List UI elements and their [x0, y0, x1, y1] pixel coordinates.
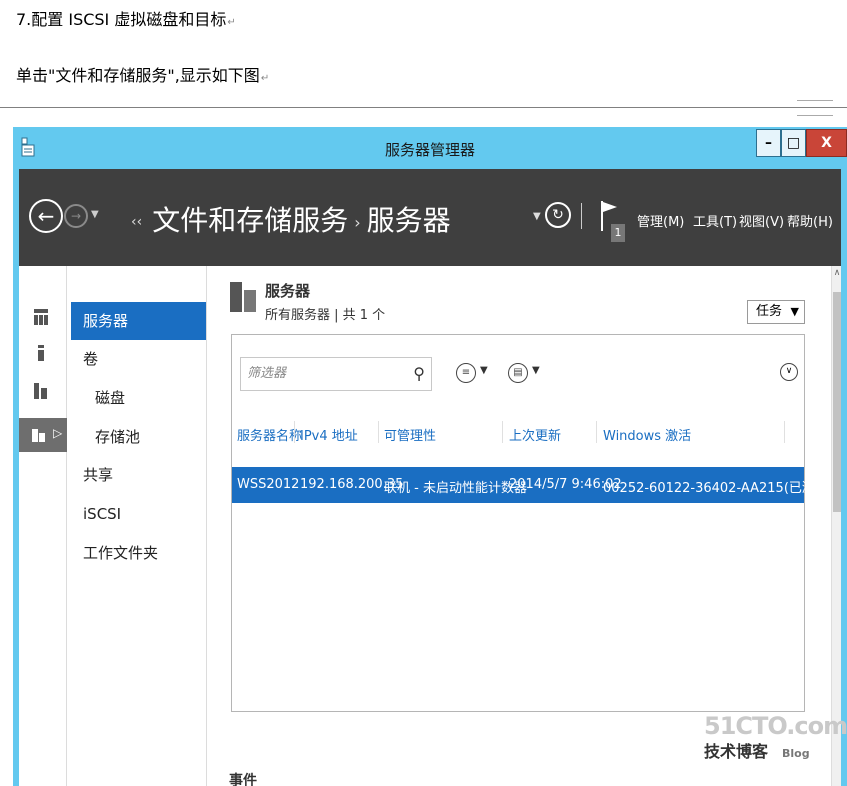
menu-view[interactable]: 视图(V) [739, 211, 784, 230]
chevron-down-icon: ▼ [790, 305, 799, 318]
column-separator [784, 421, 785, 443]
column-separator [378, 421, 379, 443]
nav-item-work-folders[interactable]: 工作文件夹 [71, 534, 206, 572]
filter-placeholder: 筛选器 [247, 366, 287, 381]
table-header: 服务器名称 IPv4 地址 可管理性 上次更新 Windows 激活 [232, 417, 804, 447]
events-section-title: 事件 [229, 773, 257, 786]
servers-panel: 筛选器 ⚲ ≡ ▼ ▤ ▼ ∨ 服务器名称 IPv4 地址 可管理性 上次更新 [231, 334, 833, 712]
tasks-dropdown[interactable]: 任务 ▼ [747, 300, 805, 324]
column-ipv4[interactable]: IPv4 地址 [300, 425, 358, 444]
nav-item-servers[interactable]: 服务器 [71, 302, 206, 340]
column-last-update[interactable]: 上次更新 [509, 425, 561, 444]
cell-manageability: 联机 - 未启动性能计数器 [384, 481, 527, 496]
arrow-right-icon: → [70, 209, 82, 223]
history-dropdown-icon[interactable]: ▼ [91, 209, 99, 220]
menu-tools[interactable]: 工具(T) [693, 211, 737, 230]
local-server-icon[interactable] [33, 344, 49, 362]
paragraph-mark: ↵ [260, 73, 270, 84]
scroll-up-icon[interactable]: ∧ [832, 268, 842, 280]
cell-windows-activation: 00252-60122-36402-AA215(已激活) [603, 481, 833, 496]
save-query-icon[interactable]: ▤ [508, 363, 528, 383]
file-storage-icon [32, 429, 45, 442]
toolbar-divider [581, 203, 582, 229]
watermark: 51CTO.com 技术博客 Blog [704, 712, 847, 762]
forward-button[interactable]: → [64, 204, 88, 228]
breadcrumb: ‹‹ 文件和存储服务 › 服务器 [131, 199, 451, 239]
list-options-icon[interactable]: ≡ [456, 363, 476, 383]
refresh-icon: ↻ [552, 207, 564, 223]
breadcrumb-page: 服务器 [366, 204, 451, 237]
breadcrumb-lead-icon[interactable]: ‹‹ [131, 214, 142, 230]
search-icon[interactable]: ⚲ [413, 358, 425, 390]
vertical-scrollbar[interactable]: ∧ [831, 266, 841, 786]
column-server-name[interactable]: 服务器名称 [237, 425, 302, 444]
nav-item-shares[interactable]: 共享 [71, 456, 206, 494]
column-separator [502, 421, 503, 443]
menu-manage[interactable]: 管理(M) [637, 211, 684, 230]
icon-strip: ▷ [19, 266, 67, 786]
filter-input[interactable]: 筛选器 ⚲ [240, 357, 432, 391]
page-divider-marker [797, 100, 833, 116]
notification-count-badge: 1 [611, 224, 625, 242]
chevron-right-icon: ▷ [53, 426, 63, 440]
maximize-button[interactable]: □ [781, 129, 806, 157]
watermark-subtitle-text: 技术博客 [704, 742, 769, 761]
chevron-down-icon[interactable]: ▼ [480, 365, 488, 376]
main-content: 服务器 所有服务器 | 共 1 个 任务 ▼ 筛选器 ⚲ ≡ ▼ ▤ ▼ ∨ 服… [209, 266, 833, 786]
column-manageability[interactable]: 可管理性 [384, 425, 436, 444]
minimize-button[interactable]: – [756, 129, 781, 157]
watermark-logo-text: 51CTO.com [704, 712, 847, 740]
watermark-subtitle: 技术博客 Blog [704, 738, 847, 762]
nav-item-iscsi[interactable]: iSCSI [71, 495, 206, 533]
nav-panel: 服务器 卷 磁盘 存储池 共享 iSCSI 工作文件夹 [69, 266, 207, 786]
back-button[interactable]: ← [29, 199, 63, 233]
paragraph-mark: ↵ [227, 17, 236, 28]
doc-heading-text: 7.配置 ISCSI 虚拟磁盘和目标 [16, 10, 227, 29]
chevron-down-icon[interactable]: ▼ [532, 365, 540, 376]
server-manager-window: 服务器管理器 – □ X ← → ▼ ‹‹ 文件和存储服务 › 服务器 ▼ ↻ 1 管… [13, 127, 847, 786]
refresh-button[interactable]: ↻ [545, 202, 571, 228]
section-title: 服务器 [265, 282, 311, 300]
menu-help[interactable]: 帮助(H) [787, 211, 833, 230]
toolbar: ← → ▼ ‹‹ 文件和存储服务 › 服务器 ▼ ↻ 1 管理(M) 工具(T) 视图… [19, 169, 841, 266]
doc-heading: 7.配置 ISCSI 虚拟磁盘和目标↵ [16, 6, 236, 30]
refresh-dropdown-icon[interactable]: ▼ [533, 211, 541, 222]
all-servers-icon[interactable] [33, 382, 49, 400]
client-area: ← → ▼ ‹‹ 文件和存储服务 › 服务器 ▼ ↻ 1 管理(M) 工具(T) 视图… [19, 169, 841, 786]
titlebar[interactable]: 服务器管理器 – □ X [13, 127, 847, 169]
servers-group-icon [230, 282, 256, 312]
nav-item-storage-pools[interactable]: 存储池 [71, 418, 206, 456]
watermark-blog: Blog [782, 747, 810, 760]
column-windows-activation[interactable]: Windows 激活 [603, 425, 691, 444]
doc-paragraph-text: 单击"文件和存储服务",显示如下图 [16, 66, 260, 85]
file-storage-services-nav-selected[interactable]: ▷ [19, 418, 67, 452]
scrollbar-thumb[interactable] [833, 292, 841, 512]
nav-item-disks[interactable]: 磁盘 [71, 379, 206, 417]
column-separator [596, 421, 597, 443]
breadcrumb-section[interactable]: 文件和存储服务 [152, 204, 348, 237]
column-separator [294, 421, 295, 443]
page-divider [0, 107, 847, 108]
nav-item-volumes[interactable]: 卷 [71, 340, 206, 378]
breadcrumb-separator: › [354, 212, 361, 232]
arrow-left-icon: ← [37, 204, 55, 228]
close-button[interactable]: X [806, 129, 847, 157]
cell-server-name: WSS2012 [237, 477, 300, 492]
dashboard-icon[interactable] [33, 308, 49, 326]
window-title: 服务器管理器 [384, 141, 475, 159]
doc-paragraph: 单击"文件和存储服务",显示如下图↵ [16, 62, 269, 86]
section-subtitle: 所有服务器 | 共 1 个 [265, 308, 386, 323]
expand-collapse-icon[interactable]: ∨ [780, 363, 798, 381]
tasks-label: 任务 [756, 304, 783, 319]
table-row[interactable]: WSS2012 192.168.200.35 联机 - 未启动性能计数器 201… [232, 467, 833, 503]
